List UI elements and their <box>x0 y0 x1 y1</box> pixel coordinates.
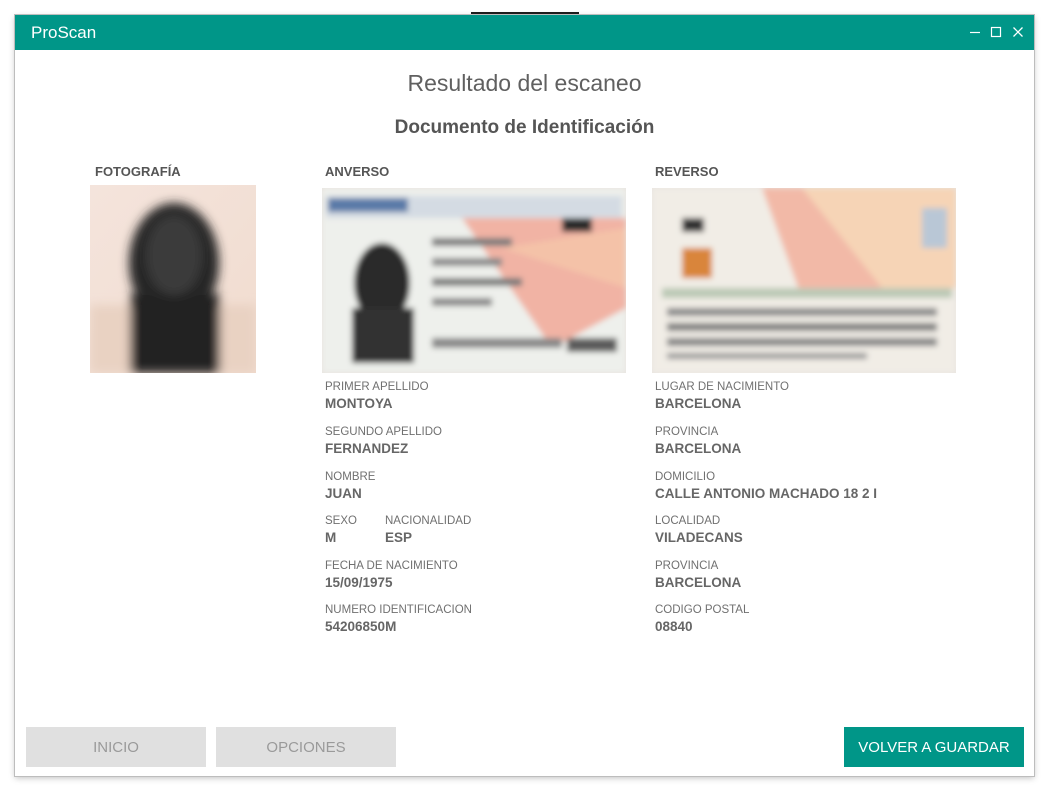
field-fecha-nacimiento: FECHA DE NACIMIENTO 15/09/1975 <box>325 560 458 590</box>
app-window: ProScan Resultado del escaneo Documento … <box>15 15 1034 776</box>
field-label: CODIGO POSTAL <box>655 604 750 616</box>
maximize-icon <box>990 26 1002 38</box>
field-label: FECHA DE NACIMIENTO <box>325 560 458 572</box>
field-label: LUGAR DE NACIMIENTO <box>655 381 789 393</box>
field-value: 15/09/1975 <box>325 575 393 590</box>
field-nombre: NOMBRE JUAN <box>325 471 375 501</box>
app-title: ProScan <box>31 23 97 42</box>
section-title: Documento de Identificación <box>394 117 655 138</box>
field-nacionalidad: NACIONALIDAD ESP <box>385 515 471 545</box>
minimize-icon <box>970 31 980 34</box>
field-label: NUMERO IDENTIFICACION <box>325 604 472 616</box>
field-value: 54206850M <box>325 619 397 634</box>
field-value: MONTOYA <box>325 396 393 411</box>
photo-column-title: FOTOGRAFÍA <box>95 164 181 179</box>
opciones-button[interactable]: OPCIONES <box>216 727 396 767</box>
page-title: Resultado del escaneo <box>407 70 642 96</box>
close-button[interactable] <box>1008 22 1028 42</box>
field-value: M <box>325 530 337 545</box>
title-bar[interactable]: ProScan <box>15 15 1034 50</box>
field-value: BARCELONA <box>655 396 742 411</box>
back-column-title: REVERSO <box>655 164 719 179</box>
field-domicilio: DOMICILIO CALLE ANTONIO MACHADO 18 2 I <box>655 471 877 501</box>
field-value: ESP <box>385 530 413 545</box>
inicio-button[interactable]: INICIO <box>26 727 206 767</box>
field-primer-apellido: PRIMER APELLIDO MONTOYA <box>325 381 429 411</box>
field-sexo: SEXO M <box>325 515 357 545</box>
field-label: SEGUNDO APELLIDO <box>325 426 442 438</box>
field-localidad: LOCALIDAD VILADECANS <box>655 515 743 545</box>
id-card-front-image <box>322 188 626 373</box>
front-column-title: ANVERSO <box>325 164 390 179</box>
field-label: PRIMER APELLIDO <box>325 381 429 393</box>
field-value: JUAN <box>325 486 362 501</box>
field-label: NOMBRE <box>325 471 376 483</box>
field-provincia-domicilio: PROVINCIA BARCELONA <box>655 560 741 590</box>
field-value: BARCELONA <box>655 441 742 456</box>
field-label: SEXO <box>325 515 357 527</box>
field-value: FERNANDEZ <box>325 441 409 456</box>
field-codigo-postal: CODIGO POSTAL 08840 <box>655 604 749 634</box>
minimize-button[interactable] <box>965 22 985 42</box>
field-value: VILADECANS <box>655 530 743 545</box>
field-label: NACIONALIDAD <box>385 515 472 527</box>
field-provincia-nacimiento: PROVINCIA BARCELONA <box>655 426 741 456</box>
field-label: PROVINCIA <box>655 560 719 572</box>
field-label: PROVINCIA <box>655 426 719 438</box>
close-icon <box>1013 27 1023 37</box>
field-value: 08840 <box>655 619 693 634</box>
field-label: DOMICILIO <box>655 471 716 483</box>
field-numero-identificacion: NUMERO IDENTIFICACION 54206850M <box>325 604 472 634</box>
field-label: LOCALIDAD <box>655 515 721 527</box>
field-lugar-nacimiento: LUGAR DE NACIMIENTO BARCELONA <box>655 381 789 411</box>
volver-a-guardar-button[interactable]: VOLVER A GUARDAR <box>844 727 1024 767</box>
field-segundo-apellido: SEGUNDO APELLIDO FERNANDEZ <box>325 426 442 456</box>
portrait-photo <box>90 185 256 373</box>
field-value: BARCELONA <box>655 575 742 590</box>
id-card-back-image <box>652 188 956 373</box>
maximize-button[interactable] <box>986 22 1006 42</box>
field-value: CALLE ANTONIO MACHADO 18 2 I <box>655 486 878 501</box>
